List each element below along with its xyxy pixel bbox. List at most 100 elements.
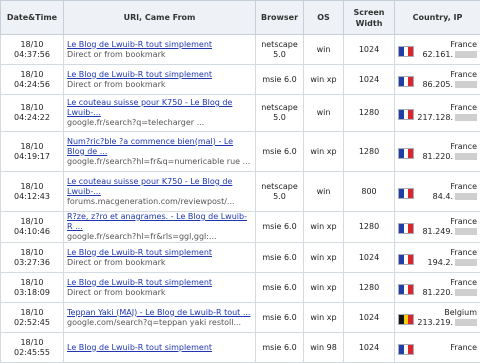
france-flag-icon [398, 344, 414, 355]
france-flag-icon [398, 46, 414, 57]
visit-time: 04:19:17 [14, 152, 50, 161]
page-link[interactable]: Le Blog de Lwuib-R tout simplement [67, 278, 252, 288]
table-row: 18/1002:45:55Le Blog de Lwuib-R tout sim… [1, 333, 480, 363]
os-cell: win xp [304, 132, 344, 172]
screen-width-cell: 1024 [344, 65, 395, 95]
page-link[interactable]: Le couteau suisse pour K750 - Le Blog de… [67, 177, 252, 197]
visit-time: 02:52:45 [14, 318, 50, 327]
country-cell: France81.220. [395, 132, 480, 172]
ip-address: 86.205. [422, 80, 453, 89]
visit-date: 18/10 [20, 142, 43, 151]
referrer-text: google.com/search?q=teppan yaki restoll.… [67, 318, 252, 328]
page-link[interactable]: Le Blog de Lwuib-R tout simplement [67, 70, 252, 80]
visit-time: 04:24:56 [14, 80, 50, 89]
page-link[interactable]: Le Blog de Lwuib-R tout simplement [67, 248, 252, 258]
browser-cell: msie 6.0 [256, 273, 304, 303]
redacted-ip-mask [455, 193, 477, 200]
header-url: URl, Came From [64, 1, 256, 35]
country-name: France [450, 217, 477, 226]
ip-address: 81.220. [422, 288, 453, 297]
browser-cell: netscape 5.0 [256, 95, 304, 132]
country-cell: France [395, 333, 480, 363]
visit-date: 18/10 [20, 217, 43, 226]
os-cell: win xp [304, 303, 344, 333]
country-cell: France84.4. [395, 172, 480, 212]
country-name: France [450, 103, 477, 112]
visit-date: 18/10 [20, 70, 43, 79]
os-cell: win [304, 172, 344, 212]
visit-time: 04:10:46 [14, 227, 50, 236]
visit-time: 04:24:22 [14, 113, 50, 122]
visit-date: 18/10 [20, 182, 43, 191]
datetime-cell: 18/1003:27:36 [1, 243, 64, 273]
datetime-cell: 18/1004:37:56 [1, 35, 64, 65]
os-cell: win [304, 95, 344, 132]
visit-date: 18/10 [20, 103, 43, 112]
visit-date: 18/10 [20, 248, 43, 257]
visit-date: 18/10 [20, 278, 43, 287]
visit-date: 18/10 [20, 40, 43, 49]
referrer-text: google.fr/search?hl=fr&q=numericable rue… [67, 157, 252, 167]
screen-width-cell: 1280 [344, 273, 395, 303]
country-name: France [450, 278, 477, 287]
visit-time: 03:18:09 [14, 288, 50, 297]
os-cell: win xp [304, 273, 344, 303]
country-name: France [450, 142, 477, 151]
country-name: France [450, 40, 477, 49]
country-cell: France81.249. [395, 212, 480, 243]
screen-width-cell: 1024 [344, 303, 395, 333]
page-link[interactable]: Le Blog de Lwuib-R tout simplement [67, 40, 252, 50]
referrer-text: Direct or from bookmark [67, 258, 252, 268]
browser-cell: msie 6.0 [256, 333, 304, 363]
page-link[interactable]: Num?ric?ble ?a commence bien(mal) - Le B… [67, 137, 252, 157]
page-link[interactable]: Teppan Yaki (MAJ) - Le Blog de Lwuib-R t… [67, 308, 252, 318]
browser-cell: netscape 5.0 [256, 172, 304, 212]
referrer-text: Direct or from bookmark [67, 50, 252, 60]
url-cell: Le Blog de Lwuib-R tout simplementDirect… [64, 35, 256, 65]
screen-width-cell: 1024 [344, 243, 395, 273]
url-cell: Le Blog de Lwuib-R tout simplementDirect… [64, 273, 256, 303]
ip-address: 84.4. [433, 192, 453, 201]
referrer-text: forums.macgeneration.com/reviewpost/... [67, 197, 252, 207]
os-cell: win xp [304, 212, 344, 243]
url-cell: Le couteau suisse pour K750 - Le Blog de… [64, 95, 256, 132]
os-cell: win xp [304, 65, 344, 95]
ip-address: 62.161. [422, 50, 453, 59]
datetime-cell: 18/1004:19:17 [1, 132, 64, 172]
screen-width-cell: 1280 [344, 212, 395, 243]
country-name: France [450, 182, 477, 191]
redacted-ip-mask [455, 228, 477, 235]
country-name: France [450, 248, 477, 257]
redacted-ip-mask [455, 319, 477, 326]
url-cell: Num?ric?ble ?a commence bien(mal) - Le B… [64, 132, 256, 172]
referrer-text: Direct or from bookmark [67, 288, 252, 298]
ip-address: 81.249. [422, 227, 453, 236]
country-cell: France86.205. [395, 65, 480, 95]
france-flag-icon [398, 188, 414, 199]
ip-address: 217.128. [417, 113, 453, 122]
datetime-cell: 18/1004:24:22 [1, 95, 64, 132]
url-cell: Le Blog de Lwuib-R tout simplementDirect… [64, 65, 256, 95]
url-cell: Le Blog de Lwuib-R tout simplement [64, 333, 256, 363]
ip-address: 81.220. [422, 152, 453, 161]
screen-width-cell: 1280 [344, 95, 395, 132]
table-row: 18/1004:24:56 Le Blog de Lwuib-R tout sim… [1, 65, 480, 95]
country-cell: France194.2. [395, 243, 480, 273]
os-cell: win 98 [304, 333, 344, 363]
visit-date: 18/10 [20, 308, 43, 317]
table-row: 18/1002:52:45Teppan Yaki (MAJ) - Le Blog… [1, 303, 480, 333]
redacted-ip-mask [455, 114, 477, 121]
url-cell: R?ze, z?ro et anagrames. - Le Blog de Lw… [64, 212, 256, 243]
page-link[interactable]: R?ze, z?ro et anagrames. - Le Blog de Lw… [67, 212, 252, 232]
redacted-ip-mask [455, 51, 477, 58]
country-name: Belgium [444, 308, 477, 317]
redacted-ip-mask [455, 259, 477, 266]
page-link[interactable]: Le couteau suisse pour K750 - Le Blog de… [67, 98, 252, 118]
header-width-label: Width [356, 19, 383, 28]
france-flag-icon [398, 254, 414, 265]
country-cell: France81.220. [395, 273, 480, 303]
page-link[interactable]: Le Blog de Lwuib-R tout simplement [67, 343, 252, 353]
ip-address: 194.2. [428, 258, 453, 267]
browser-cell: netscape 5.0 [256, 35, 304, 65]
datetime-cell: 18/1002:52:45 [1, 303, 64, 333]
